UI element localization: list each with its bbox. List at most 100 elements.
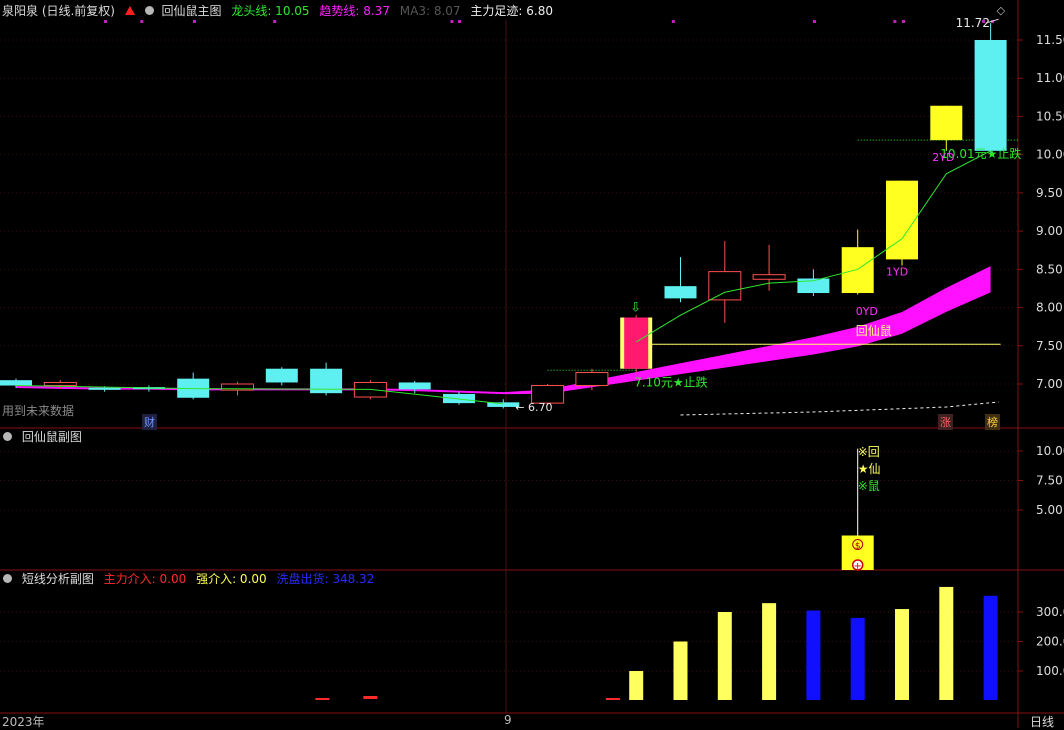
main-y-tick-label: 7.50	[1036, 339, 1063, 353]
top-signal-dot	[273, 20, 277, 23]
sub2-bar	[983, 595, 998, 700]
marker-cai[interactable]: 财	[142, 414, 157, 430]
candle	[620, 315, 653, 373]
top-signal-dot	[104, 20, 107, 23]
sub2-panel-header: 短线分析副图 主力介入: 0.00 强介入: 0.00 洗盘出货: 348.32	[0, 570, 380, 588]
stock-title[interactable]: 泉阳泉 (日线.前复权)	[2, 4, 115, 18]
top-signal-dot	[193, 20, 196, 23]
sub2-y-tick-label: 300.0	[1036, 605, 1064, 619]
legend-main-entry: 主力介入: 0.00	[103, 572, 187, 586]
candle-body	[0, 380, 32, 386]
candle-body	[664, 286, 697, 299]
sub2-bar	[895, 609, 909, 700]
candle	[708, 241, 742, 323]
candle	[265, 367, 298, 386]
candle-body	[930, 105, 963, 141]
legend-wash-out: 洗盘出货: 348.32	[276, 572, 375, 586]
sub2-title[interactable]: 短线分析副图	[22, 572, 94, 586]
yd-label-1: 1YD	[886, 266, 908, 279]
top-signal-dot	[140, 20, 144, 23]
high-price-label: 11.72	[956, 16, 990, 30]
sub2-bar	[605, 698, 620, 700]
main-y-tick-label: 10.00	[1036, 148, 1064, 162]
period-label[interactable]: 日线	[1030, 713, 1054, 730]
candle	[310, 362, 343, 396]
legend-strong-entry: 强介入: 0.00	[196, 572, 267, 586]
huixianshu-label: 回仙鼠	[856, 324, 892, 338]
sub1-menu-icon[interactable]	[3, 432, 12, 441]
sub1-signal-text: ★仙	[858, 462, 881, 476]
sub1-y-tick-label: 7.50	[1036, 474, 1063, 488]
top-signal-dot	[458, 20, 461, 23]
x-label-year: 2023年	[2, 715, 45, 729]
chart-stage: 11.50 11.00 10.50 10.00 9.50 9.00 8.50 8.00 7.50…	[0, 0, 1064, 728]
candle-body	[752, 274, 786, 280]
sub2-bar	[629, 671, 644, 700]
plus-glyph-icon: +	[854, 561, 862, 572]
candle-body	[974, 40, 1007, 151]
candle-body	[265, 368, 298, 383]
marker-bang[interactable]: 榜	[985, 414, 1000, 430]
legend-trend: 趋势线: 8.37	[319, 4, 390, 18]
sub2-bar	[850, 617, 865, 700]
main-y-tick-label: 11.50	[1036, 33, 1064, 47]
sub2-bar	[315, 698, 330, 700]
candle-body	[886, 180, 918, 260]
sub2-bar	[939, 586, 954, 700]
sub2-bar	[363, 696, 378, 699]
candle-body	[398, 382, 431, 390]
candle	[974, 23, 1007, 153]
sub1-signal-text: ※回	[858, 445, 880, 459]
legend-ma3: MA3: 8.07	[399, 4, 461, 18]
sub2-y-tick-label: 200.0	[1036, 635, 1064, 649]
main-y-tick-label: 11.00	[1036, 71, 1064, 85]
top-signal-dot	[813, 20, 816, 23]
arrow-up-icon[interactable]	[124, 6, 135, 15]
yd-label-0: 0YD	[856, 305, 878, 318]
sub2-bar	[717, 612, 732, 700]
candle-body-inner	[624, 317, 649, 369]
top-signal-dot	[893, 20, 897, 23]
main-panel-header: 泉阳泉 (日线.前复权) 回仙鼠主图 龙头线: 10.05 趋势线: 8.37 …	[0, 2, 559, 20]
sub2-bar	[762, 603, 777, 700]
sub1-title[interactable]: 回仙鼠副图	[22, 430, 82, 444]
x-label-month: 9	[504, 713, 512, 727]
candle	[664, 257, 697, 303]
money-sign-icon: $	[855, 542, 861, 552]
candle-body	[443, 393, 475, 404]
main-y-tick-label: 7.00	[1036, 377, 1063, 391]
sub2-bar	[673, 641, 688, 700]
sub1-panel-header: 回仙鼠副图	[0, 428, 88, 446]
candle	[177, 372, 210, 400]
main-indicator-name[interactable]: 回仙鼠主图	[161, 4, 221, 18]
sub2-bar	[806, 610, 821, 700]
sub1-y-tick-label: 5.00	[1036, 503, 1063, 517]
top-signal-dot	[902, 20, 905, 23]
sub1-signal-text: ※鼠	[858, 479, 880, 493]
diamond-icon: ◇	[997, 4, 1006, 17]
indicator-menu-icon[interactable]	[144, 6, 154, 15]
stop-fall-label-1: 7.10元★止跌	[634, 374, 707, 389]
candle-body	[841, 247, 874, 294]
marker-zhang[interactable]: 涨	[938, 414, 953, 430]
main-y-tick-label: 9.50	[1036, 186, 1063, 200]
main-y-tick-label: 9.00	[1036, 224, 1063, 238]
candle	[132, 385, 165, 392]
candle	[797, 269, 830, 297]
sub2-menu-icon[interactable]	[3, 574, 12, 583]
candle-body	[708, 271, 742, 301]
main-y-tick-label: 10.50	[1036, 109, 1064, 123]
candle	[930, 105, 963, 151]
legend-footprint: 主力足迹: 6.80	[470, 4, 553, 18]
main-y-tick-label: 8.50	[1036, 262, 1063, 276]
sub2-y-tick-label: 100.0	[1036, 664, 1064, 678]
main-y-tick-label: 8.00	[1036, 301, 1063, 315]
candle	[752, 244, 786, 291]
candle-body	[88, 387, 121, 390]
candle-body	[575, 372, 609, 387]
sub1-y-tick-label: 10.00	[1036, 444, 1064, 458]
future-data-note: 用到未来数据	[2, 404, 75, 418]
low-price-label: ← 6.70	[515, 401, 552, 414]
down-arrow-icon: ⇩	[630, 300, 641, 315]
legend-longtou: 龙头线: 10.05	[231, 4, 310, 18]
